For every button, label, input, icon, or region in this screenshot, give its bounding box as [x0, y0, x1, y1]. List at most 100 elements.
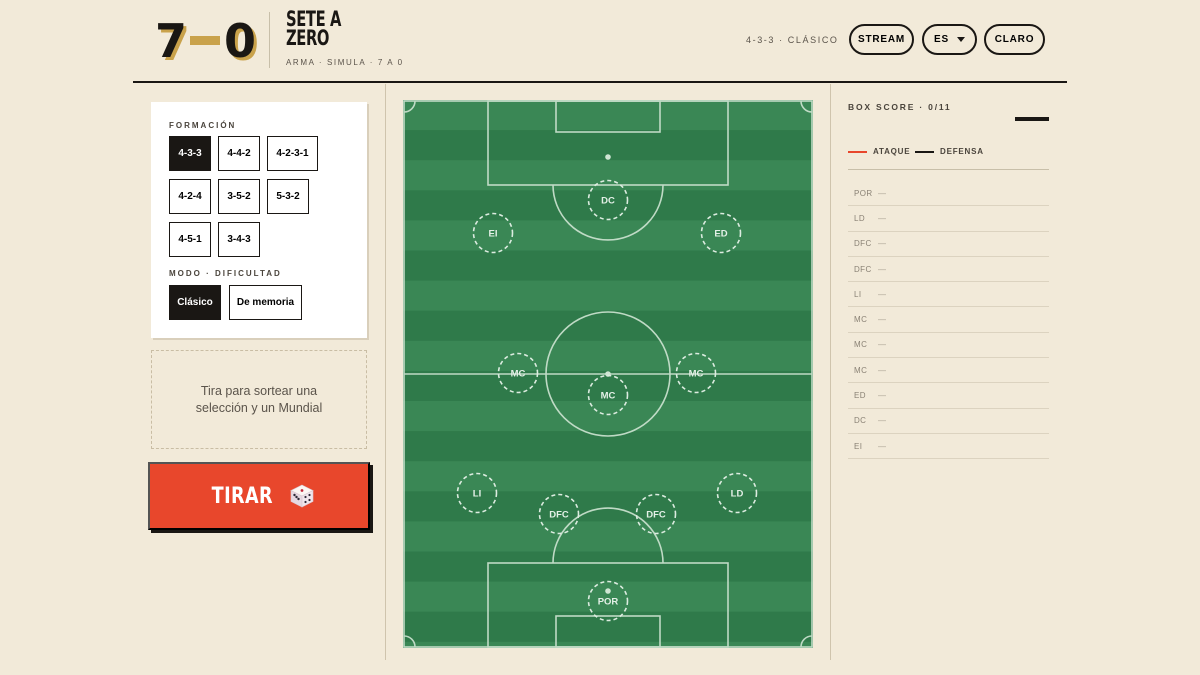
logo-tagline: ARMA · SIMULA · 7 A 0: [286, 58, 404, 67]
box-score-row: MC —: [848, 358, 1049, 384]
mode-option-clasico[interactable]: Clásico: [169, 285, 221, 320]
formation-option-4-2-4[interactable]: 4-2-4: [169, 179, 211, 214]
box-score-value: —: [878, 340, 887, 350]
formation-label: FORMACIÓN: [169, 121, 237, 130]
dice-icon: [290, 484, 314, 508]
player-slot-label: DFC: [549, 510, 569, 521]
logo-score-left: 7: [155, 14, 187, 68]
box-score-position: DFC: [854, 264, 872, 274]
box-score-value: —: [878, 289, 887, 299]
attack-swatch: [848, 150, 867, 153]
box-score-position: POR: [854, 188, 873, 198]
player-slot-label: ED: [714, 229, 727, 240]
formation-option-5-3-2[interactable]: 5-3-2: [267, 179, 309, 214]
pitch-stripe: [403, 100, 813, 131]
player-slot-label: MC: [689, 369, 704, 380]
box-score-position: ED: [854, 391, 866, 401]
soccer-pitch: DC EI ED MC MC MC LI DFC DFC LD POR: [403, 100, 813, 648]
column-divider-right: [830, 84, 831, 660]
language-label: ES: [934, 34, 949, 45]
formation-mode-status: 4-3-3 · CLÁSICO: [746, 35, 839, 45]
formation-option-3-5-2[interactable]: 3-5-2: [218, 179, 260, 214]
box-score-position: MC: [854, 365, 868, 375]
player-slot-label: POR: [598, 597, 619, 608]
player-slot-label: DC: [601, 196, 615, 207]
pitch-stripe: [403, 340, 813, 372]
roll-button-label: TIRAR: [211, 483, 273, 509]
box-score-row: EI —: [848, 434, 1049, 460]
logo-score-right: 0: [224, 14, 256, 68]
column-divider-left: [385, 84, 386, 660]
box-score-position: LI: [854, 289, 862, 299]
box-score-position: LD: [854, 213, 866, 223]
box-score-row: POR —: [848, 181, 1049, 207]
box-score-value: —: [878, 365, 887, 375]
mode-label: MODO · DIFICULTAD: [169, 269, 282, 278]
formation-option-3-4-3[interactable]: 3-4-3: [218, 222, 260, 257]
defense-swatch: [915, 150, 934, 153]
legend-defense: DEFENSA: [915, 147, 984, 156]
box-score-position: EI: [854, 441, 863, 451]
pitch-stripe: [403, 310, 813, 342]
theme-toggle-button[interactable]: CLARO: [984, 24, 1045, 55]
box-score-position: MC: [854, 340, 868, 350]
formation-option-4-5-1[interactable]: 4-5-1: [169, 222, 211, 257]
player-slot-label: LD: [731, 489, 744, 500]
draw-placeholder: Tira para sortear una selección y un Mun…: [151, 350, 367, 449]
logo-score[interactable]: 70: [155, 14, 256, 68]
box-score-row: DFC —: [848, 232, 1049, 257]
formation-option-4-4-2[interactable]: 4-4-2: [218, 136, 260, 171]
formation-option-4-3-3[interactable]: 4-3-3: [169, 136, 211, 171]
legend-attack-label: ATAQUE: [873, 147, 911, 156]
box-score-value: —: [878, 315, 887, 325]
player-slot-label: EI: [489, 229, 498, 240]
pitch-stripe: [403, 250, 813, 282]
logo-dash: [190, 36, 221, 45]
box-score-rule: [848, 169, 1049, 170]
box-score-value: —: [878, 416, 887, 426]
box-score-row: ED —: [848, 383, 1049, 409]
pitch-stripe: [403, 401, 813, 432]
player-slot-label: DFC: [646, 510, 666, 521]
box-score-progress-bar: [1015, 117, 1049, 121]
player-slot-label: MC: [601, 391, 616, 402]
pitch-stripe: [403, 551, 813, 583]
legend-attack: ATAQUE: [848, 147, 910, 156]
mode-option-de-memoria[interactable]: De memoria: [229, 285, 302, 320]
formation-option-4-2-3-1[interactable]: 4-2-3-1: [267, 136, 318, 171]
pitch-stripe: [403, 160, 813, 191]
box-score-row: MC —: [848, 307, 1049, 333]
roll-button[interactable]: TIRAR: [148, 462, 370, 530]
box-score-value: —: [878, 264, 887, 274]
box-score-row: MC —: [848, 333, 1049, 359]
pitch-stripe: [403, 220, 813, 251]
legend-defense-label: DEFENSA: [940, 147, 984, 156]
box-score-row: DC —: [848, 409, 1049, 434]
box-score-value: —: [878, 188, 887, 198]
pitch-stripe: [403, 461, 813, 492]
stream-button[interactable]: STREAM: [849, 24, 914, 55]
chevron-down-icon: [956, 37, 965, 42]
top-penalty-spot: [605, 154, 611, 160]
box-score-title: BOX SCORE · 0/11: [848, 102, 952, 112]
pitch-stripe: [403, 521, 813, 552]
player-slot-label: MC: [511, 369, 526, 380]
settings-card: FORMACIÓN 4-3-3 4-4-2 4-2-3-1 4-2-4 3-5-…: [151, 102, 367, 338]
bottom-penalty-spot: [605, 588, 611, 594]
box-score-position: DFC: [854, 239, 872, 249]
player-slot-label: LI: [473, 489, 481, 500]
box-score-position: MC: [854, 315, 868, 325]
box-score-row: DFC —: [848, 257, 1049, 283]
logo-title: SETE A ZERO: [286, 7, 342, 50]
box-score-list: POR — LD — DFC — DFC — LI — MC — MC — MC — ED — DC — EI —: [848, 181, 1049, 460]
box-score-value: —: [878, 391, 887, 401]
box-score-value: —: [878, 441, 887, 451]
box-score-value: —: [878, 239, 887, 249]
box-score-row: LD —: [848, 206, 1049, 232]
app-header: 70 SETE A ZERO ARMA · SIMULA · 7 A 0 4-3…: [133, 0, 1067, 83]
box-score-position: DC: [854, 416, 867, 426]
pitch-stripe: [403, 280, 813, 312]
language-select[interactable]: ES: [922, 24, 977, 55]
logo-divider: [269, 12, 270, 68]
box-score-row: LI —: [848, 282, 1049, 308]
